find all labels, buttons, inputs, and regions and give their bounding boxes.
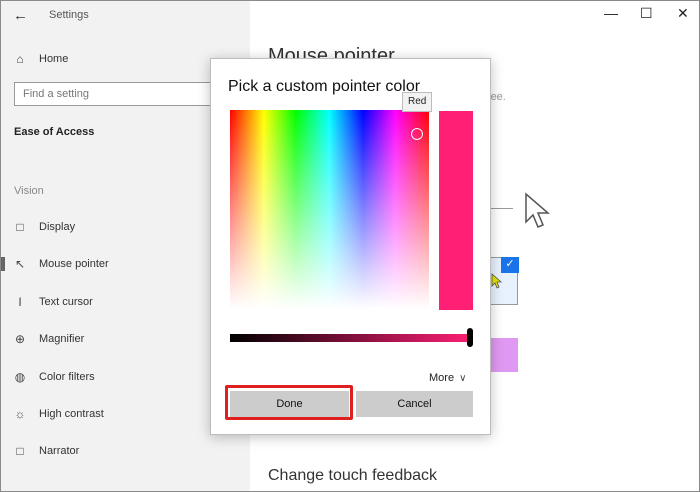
back-arrow-icon[interactable]: ←	[13, 7, 28, 24]
sidebar-item-magnifier[interactable]: ⊕ Magnifier	[13, 332, 84, 346]
search-input[interactable]: Find a setting	[14, 82, 240, 106]
sidebar-item-label: Mouse pointer	[39, 258, 109, 270]
sidebar-item-label: High contrast	[39, 408, 104, 420]
active-indicator	[1, 257, 5, 271]
section-vision-label: Vision	[14, 185, 44, 197]
maximize-button[interactable]: ☐	[640, 5, 653, 22]
pointer-style-cursor-icon	[491, 273, 503, 289]
chevron-down-icon: ∨	[459, 372, 467, 384]
home-icon: ⌂	[16, 52, 24, 66]
more-label: More	[429, 372, 455, 384]
color-picker-dialog: Pick a custom pointer color Red More ∨ D…	[210, 58, 491, 435]
size-slider-track[interactable]	[489, 208, 513, 209]
checkmark-icon: ✓	[501, 257, 519, 273]
color-filters-icon: ◍	[14, 370, 26, 384]
sidebar-item-high-contrast[interactable]: ☼ High contrast	[13, 407, 104, 421]
brightness-slider[interactable]	[230, 334, 473, 342]
section-heading: Change touch feedback	[268, 467, 438, 484]
sidebar-item-home[interactable]: ⌂ Home	[13, 52, 68, 66]
category-heading: Ease of Access	[14, 126, 95, 138]
done-highlight-annotation	[225, 385, 353, 420]
settings-window: ← Settings ⌂ Home Find a setting Ease of…	[0, 0, 700, 492]
color-name-tooltip: Red	[402, 92, 433, 112]
sidebar-item-mouse-pointer[interactable]: ↖ Mouse pointer	[13, 257, 109, 271]
sidebar-item-text-cursor[interactable]: I Text cursor	[13, 295, 93, 309]
pointer-preview-icon	[525, 192, 551, 228]
more-button[interactable]: More ∨	[429, 372, 466, 384]
app-title: Settings	[49, 9, 89, 21]
sidebar-item-label: Home	[39, 53, 69, 65]
sidebar-item-label: Magnifier	[39, 333, 85, 345]
custom-color-swatch[interactable]	[488, 338, 518, 372]
cancel-button[interactable]: Cancel	[356, 391, 473, 417]
sidebar-item-color-filters[interactable]: ◍ Color filters	[13, 370, 95, 384]
dialog-title: Pick a custom pointer color	[228, 78, 421, 95]
sidebar-item-label: Display	[39, 221, 76, 233]
magnifier-icon: ⊕	[14, 332, 26, 346]
monitor-icon: □	[16, 220, 24, 234]
color-selector-ring[interactable]	[411, 128, 423, 140]
mouse-pointer-icon: ↖	[14, 257, 26, 271]
selected-color-preview	[439, 111, 473, 310]
high-contrast-icon: ☼	[14, 407, 26, 421]
sidebar-item-label: Text cursor	[39, 296, 93, 308]
sidebar-item-display[interactable]: □ Display	[13, 220, 75, 234]
color-spectrum[interactable]	[230, 110, 429, 309]
close-button[interactable]: ✕	[677, 5, 689, 22]
brightness-slider-thumb[interactable]	[467, 328, 473, 347]
sidebar-item-label: Narrator	[39, 445, 80, 457]
sidebar-item-narrator[interactable]: □ Narrator	[13, 444, 79, 458]
narrator-icon: □	[16, 444, 24, 458]
text-cursor-icon: I	[18, 295, 22, 309]
minimize-button[interactable]: —	[604, 5, 618, 21]
sidebar-item-label: Color filters	[39, 371, 95, 383]
